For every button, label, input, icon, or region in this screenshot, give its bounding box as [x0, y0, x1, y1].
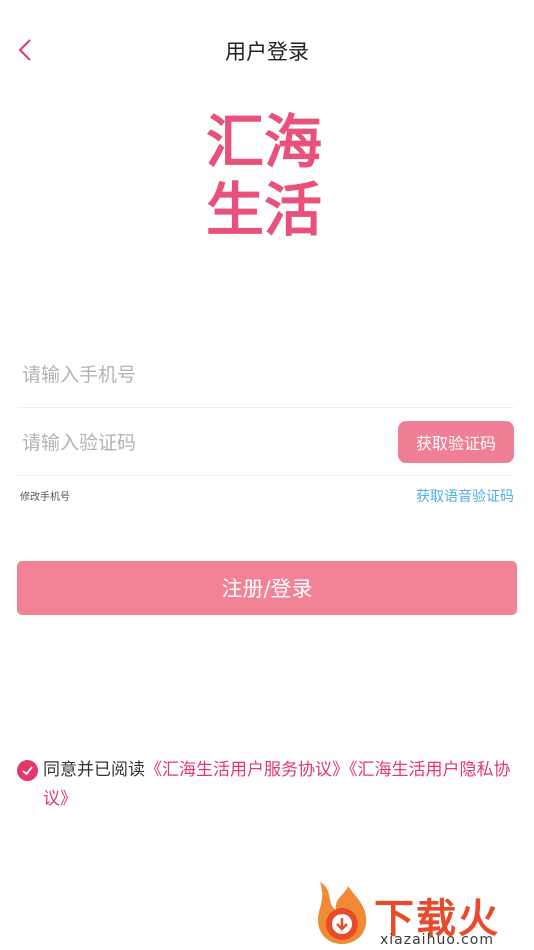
- top-bar: 用户登录: [0, 0, 534, 100]
- change-phone-link[interactable]: 修改手机号: [20, 488, 70, 503]
- watermark: 下载火 xiazaihuo.com: [312, 880, 534, 950]
- agreement-text: 同意并已阅读《汇海生活用户服务协议》《汇海生活用户隐私协议》: [17, 756, 517, 814]
- code-field: 获取验证码: [18, 410, 514, 476]
- agreement-section: 同意并已阅读《汇海生活用户服务协议》《汇海生活用户隐私协议》: [17, 756, 517, 814]
- logo-line-2: 生活: [206, 176, 323, 244]
- phone-input[interactable]: [22, 342, 382, 408]
- register-login-button[interactable]: 注册/登录: [17, 561, 517, 615]
- get-code-button[interactable]: 获取验证码: [398, 421, 514, 463]
- sub-links: 修改手机号 获取语音验证码: [20, 486, 514, 508]
- agree-checkbox[interactable]: [17, 760, 38, 781]
- watermark-url: xiazaihuo.com: [380, 932, 494, 948]
- page-title: 用户登录: [225, 40, 309, 64]
- logo-line-1: 汇海: [206, 108, 323, 176]
- check-icon: [22, 766, 33, 776]
- code-input[interactable]: [22, 410, 382, 476]
- flame-logo-icon: [318, 882, 367, 944]
- phone-field: [18, 342, 514, 408]
- voice-code-link[interactable]: 获取语音验证码: [416, 486, 514, 506]
- service-agreement-link[interactable]: 《汇海生活用户服务协议》: [145, 760, 349, 780]
- app-logo: 汇海 生活: [206, 108, 336, 248]
- agreement-prefix: 同意并已阅读: [43, 760, 145, 780]
